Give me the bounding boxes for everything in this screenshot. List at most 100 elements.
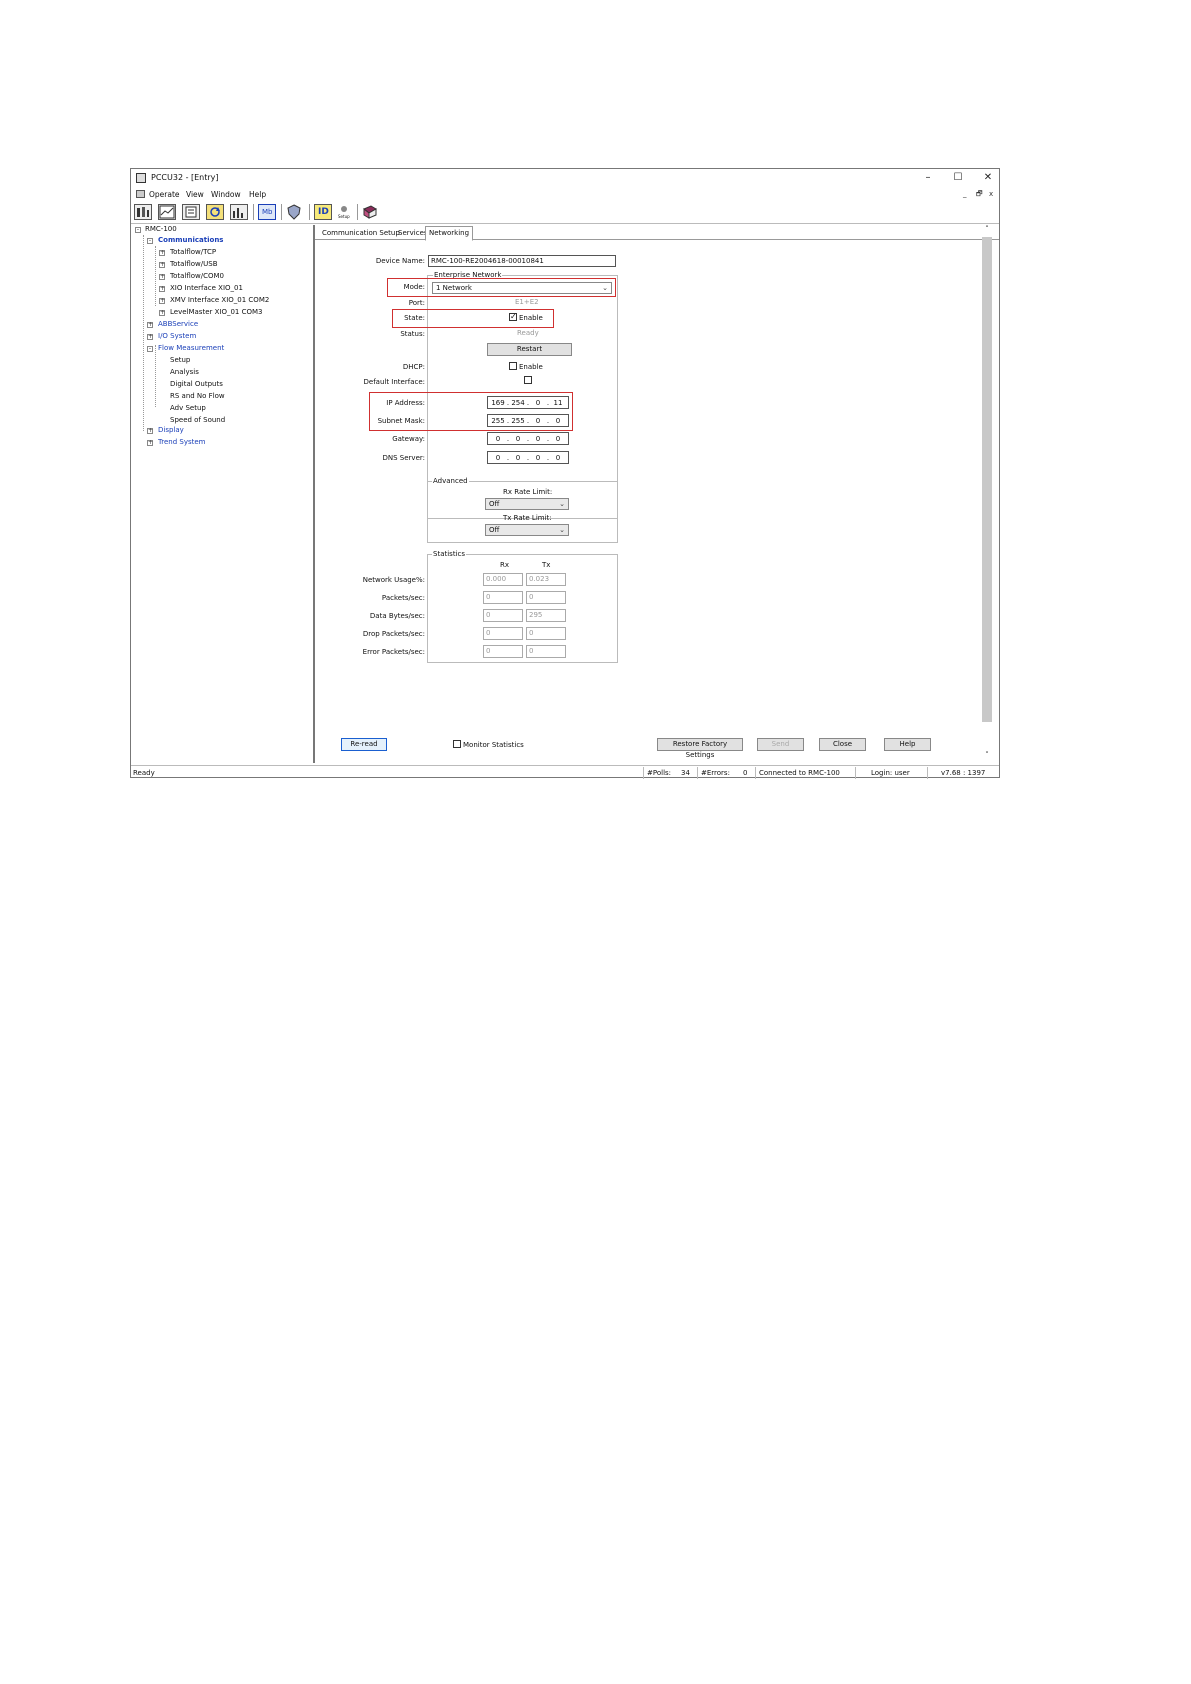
tx-rate-limit-label: Tx Rate Limit:: [503, 514, 552, 522]
id-icon[interactable]: ID: [314, 204, 332, 220]
stats-tx-value: 0: [526, 591, 566, 604]
state-highlight: [392, 309, 554, 328]
meter-icon[interactable]: [134, 204, 152, 220]
expand-toggle[interactable]: +: [159, 274, 165, 280]
stats-tx-value: 0: [526, 627, 566, 640]
maximize-button[interactable]: ☐: [951, 171, 965, 185]
mdi-close-button[interactable]: x: [989, 190, 993, 198]
tree-item-abbservice[interactable]: ABBService: [158, 320, 198, 328]
tree-item-comm[interactable]: LevelMaster XIO_01 COM3: [170, 308, 263, 316]
expand-toggle[interactable]: -: [147, 346, 153, 352]
tree-item-comm[interactable]: Totalflow/TCP: [170, 248, 216, 256]
polls-value: 34: [681, 769, 690, 777]
dns-server-field[interactable]: 0 . 0 . 0 . 0: [487, 451, 569, 464]
expand-toggle[interactable]: +: [147, 322, 153, 328]
refresh-icon[interactable]: [206, 204, 224, 220]
expand-toggle[interactable]: +: [159, 262, 165, 268]
document-icon[interactable]: [182, 204, 200, 220]
monitor-statistics-checkbox[interactable]: [453, 740, 461, 748]
tree-item-flow[interactable]: Adv Setup: [170, 404, 206, 412]
expand-toggle[interactable]: -: [135, 227, 141, 233]
tx-rate-limit-select[interactable]: Off ⌄: [485, 524, 569, 536]
tree-item-display[interactable]: Display: [158, 426, 184, 434]
tree-item-flow[interactable]: Setup: [170, 356, 190, 364]
toolbar-separator: [281, 204, 282, 220]
version-status: v7.68 : 1397: [941, 769, 986, 777]
dhcp-enable-checkbox[interactable]: [509, 362, 517, 370]
dns-octet: 0: [555, 454, 561, 462]
toolbar-separator: [309, 204, 310, 220]
mode-highlight: [387, 278, 616, 297]
toolbar-separator: [253, 204, 254, 220]
expand-toggle[interactable]: +: [147, 440, 153, 446]
tab-networking[interactable]: Networking: [425, 226, 474, 241]
vertical-scrollbar[interactable]: ˄ ˅: [981, 225, 993, 763]
polls-label: #Polls:: [647, 769, 672, 777]
menu-operate[interactable]: Operate: [149, 190, 180, 199]
tree-item-comm[interactable]: XMV Interface XIO_01 COM2: [170, 296, 269, 304]
scrollbar-thumb[interactable]: [982, 237, 992, 722]
rx-rate-limit-value: Off: [489, 500, 500, 508]
tree-item-flow[interactable]: Digital Outputs: [170, 380, 223, 388]
close-button[interactable]: ✕: [981, 171, 995, 185]
tree-item-flow[interactable]: Speed of Sound: [170, 416, 225, 424]
tree-item-flow[interactable]: RS and No Flow: [170, 392, 225, 400]
tab-strip: Communication Setup Services Networking: [315, 225, 999, 241]
mdi-minimize-button[interactable]: _: [963, 190, 967, 198]
gateway-field[interactable]: 0 . 0 . 0 . 0: [487, 432, 569, 445]
stats-col-tx: Tx: [542, 561, 551, 569]
setup-icon-label: Setup: [338, 214, 350, 219]
device-name-field[interactable]: RMC-100-RE2004618-00010841: [428, 255, 616, 267]
rx-rate-limit-select[interactable]: Off ⌄: [485, 498, 569, 510]
id-icon-label: ID: [318, 207, 329, 217]
expand-toggle[interactable]: +: [147, 428, 153, 434]
tree-item-flow[interactable]: Analysis: [170, 368, 199, 376]
tree-root[interactable]: RMC-100: [145, 225, 177, 233]
menu-window[interactable]: Window: [211, 190, 241, 199]
close-dialog-button[interactable]: Close: [819, 738, 866, 751]
tree-item-io-system[interactable]: I/O System: [158, 332, 196, 340]
expand-toggle[interactable]: +: [147, 334, 153, 340]
tree-item-flow-measurement[interactable]: Flow Measurement: [158, 344, 224, 352]
chart-icon[interactable]: [158, 204, 176, 220]
expand-toggle[interactable]: +: [159, 298, 165, 304]
tree-guide: [155, 345, 156, 407]
tree-item-comm[interactable]: XIO Interface XIO_01: [170, 284, 243, 292]
mb-icon[interactable]: Mb: [258, 204, 276, 220]
minimize-button[interactable]: –: [921, 171, 935, 185]
expand-toggle[interactable]: +: [159, 250, 165, 256]
default-interface-checkbox[interactable]: [524, 376, 532, 384]
window-title: PCCU32 - [Entry]: [151, 173, 219, 182]
stats-tx-value: 0.023: [526, 573, 566, 586]
gateway-label: Gateway:: [392, 435, 425, 443]
errors-value: 0: [743, 769, 748, 777]
stats-rx-value: 0: [483, 645, 523, 658]
tree-item-comm[interactable]: Totalflow/COM0: [170, 272, 224, 280]
status-separator: [643, 767, 644, 779]
trend-icon[interactable]: [230, 204, 248, 220]
mdi-restore-button[interactable]: 🗗: [976, 190, 983, 201]
tree-item-comm[interactable]: Totalflow/USB: [170, 260, 218, 268]
restore-factory-settings-button[interactable]: Restore Factory Settings: [657, 738, 743, 759]
setup-icon[interactable]: Setup: [336, 204, 354, 220]
book-icon[interactable]: [362, 204, 380, 220]
dns-server-label: DNS Server:: [382, 454, 426, 462]
expand-toggle[interactable]: -: [147, 238, 153, 244]
send-button[interactable]: Send: [757, 738, 804, 751]
reread-button[interactable]: Re-read: [341, 738, 387, 751]
scroll-down-icon[interactable]: ˅: [981, 751, 993, 759]
expand-toggle[interactable]: +: [159, 310, 165, 316]
tree-item-communications[interactable]: Communications: [158, 236, 223, 244]
restart-button[interactable]: Restart: [487, 343, 572, 356]
tab-communication-setup[interactable]: Communication Setup: [319, 227, 403, 239]
mdi-doc-icon[interactable]: [136, 190, 145, 198]
stats-row-label: Drop Packets/sec:: [362, 630, 425, 638]
expand-toggle[interactable]: +: [159, 286, 165, 292]
scroll-up-icon[interactable]: ˄: [981, 225, 993, 233]
menu-view[interactable]: View: [186, 190, 204, 199]
statistics-title: Statistics: [432, 550, 466, 558]
menu-help[interactable]: Help: [249, 190, 266, 199]
tree-item-trend-system[interactable]: Trend System: [158, 438, 206, 446]
shield-icon[interactable]: [286, 204, 304, 220]
help-button[interactable]: Help: [884, 738, 931, 751]
